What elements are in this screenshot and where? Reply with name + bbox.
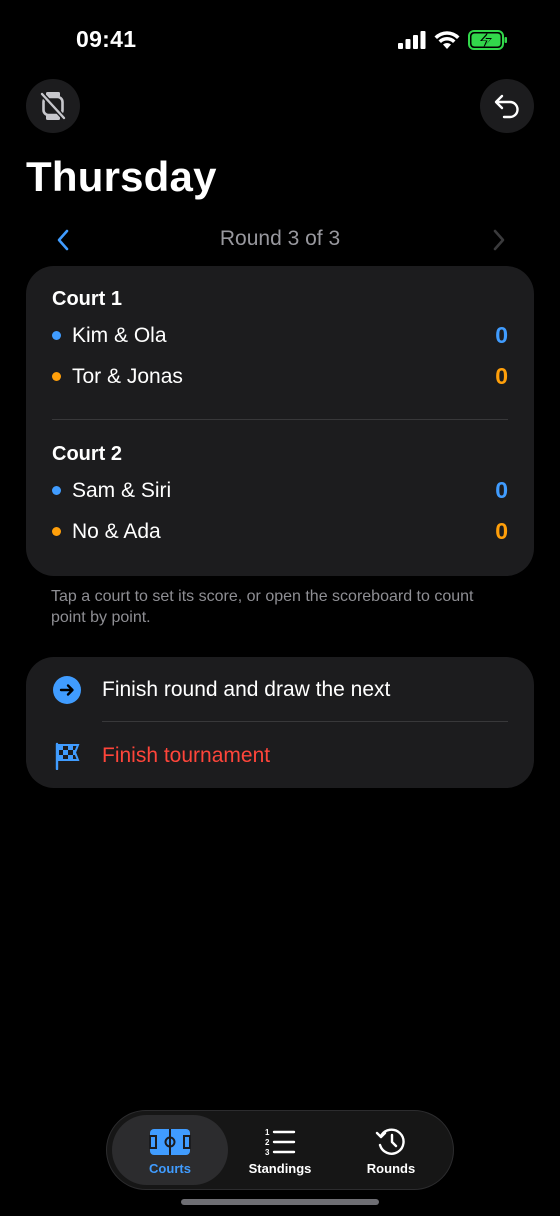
divider bbox=[52, 419, 508, 420]
numbered-list-icon: 1 2 3 bbox=[222, 1125, 338, 1159]
history-clock-icon bbox=[333, 1125, 449, 1159]
undo-arrow-icon bbox=[494, 94, 519, 119]
svg-text:2: 2 bbox=[265, 1138, 270, 1147]
tab-rounds[interactable]: Rounds bbox=[333, 1115, 449, 1185]
cellular-signal-icon bbox=[398, 31, 426, 49]
arrow-right-circle-icon bbox=[52, 675, 82, 705]
page-title: Thursday bbox=[26, 153, 217, 200]
watch-slash-icon bbox=[40, 92, 66, 120]
team-row[interactable]: Kim & Ola 0 bbox=[52, 315, 508, 356]
court-icon bbox=[112, 1125, 228, 1159]
finish-round-label: Finish round and draw the next bbox=[102, 678, 391, 701]
team-row[interactable]: Tor & Jonas 0 bbox=[52, 356, 508, 397]
tab-standings[interactable]: 1 2 3 Standings bbox=[222, 1115, 338, 1185]
team-name: Kim & Ola bbox=[72, 323, 167, 347]
team-name: Sam & Siri bbox=[72, 478, 172, 502]
battery-charging-icon bbox=[468, 30, 507, 50]
finish-round-button[interactable]: Finish round and draw the next bbox=[26, 658, 534, 722]
team-score: 0 bbox=[495, 322, 508, 348]
round-label: Round 3 of 3 bbox=[219, 227, 341, 250]
court-2[interactable]: Court 2 Sam & Siri 0 No & Ada 0 bbox=[52, 443, 508, 552]
finish-tournament-label: Finish tournament bbox=[102, 744, 271, 767]
chevron-right-icon[interactable] bbox=[484, 226, 512, 254]
undo-button[interactable] bbox=[480, 79, 534, 133]
svg-text:1: 1 bbox=[265, 1128, 270, 1137]
home-indicator bbox=[181, 1199, 379, 1205]
status-time: 09:41 bbox=[76, 26, 137, 52]
team-color-dot bbox=[52, 486, 61, 495]
court-title: Court 2 bbox=[52, 443, 122, 465]
actions-card: Finish round and draw the next Finish to… bbox=[26, 657, 534, 788]
team-color-dot bbox=[52, 372, 61, 381]
svg-text:3: 3 bbox=[265, 1148, 270, 1157]
hint-text: Tap a court to set its score, or open th… bbox=[51, 588, 474, 626]
tab-label: Rounds bbox=[366, 1161, 416, 1176]
tab-bar: Courts 1 2 3 Standings Rounds bbox=[106, 1110, 454, 1190]
watch-off-button[interactable] bbox=[26, 79, 80, 133]
tab-courts[interactable]: Courts bbox=[112, 1115, 228, 1185]
status-icons bbox=[398, 30, 508, 50]
team-name: No & Ada bbox=[72, 519, 161, 543]
divider bbox=[102, 721, 508, 722]
team-row[interactable]: Sam & Siri 0 bbox=[52, 470, 508, 511]
courts-card: Court 1 Kim & Ola 0 Tor & Jonas 0 Court … bbox=[26, 266, 534, 576]
team-score: 0 bbox=[495, 518, 508, 544]
checkered-flag-icon bbox=[52, 741, 82, 771]
team-row[interactable]: No & Ada 0 bbox=[52, 511, 508, 552]
finish-tournament-button[interactable]: Finish tournament bbox=[26, 724, 534, 788]
team-color-dot bbox=[52, 527, 61, 536]
wifi-icon bbox=[434, 31, 460, 49]
team-color-dot bbox=[52, 331, 61, 340]
court-1[interactable]: Court 1 Kim & Ola 0 Tor & Jonas 0 bbox=[52, 288, 508, 397]
team-score: 0 bbox=[495, 477, 508, 503]
court-title: Court 1 bbox=[52, 288, 122, 310]
tab-label: Courts bbox=[149, 1161, 191, 1176]
team-name: Tor & Jonas bbox=[72, 364, 183, 388]
team-score: 0 bbox=[495, 363, 508, 389]
round-navigator: Round 3 of 3 bbox=[26, 222, 534, 258]
tab-label: Standings bbox=[248, 1161, 312, 1176]
